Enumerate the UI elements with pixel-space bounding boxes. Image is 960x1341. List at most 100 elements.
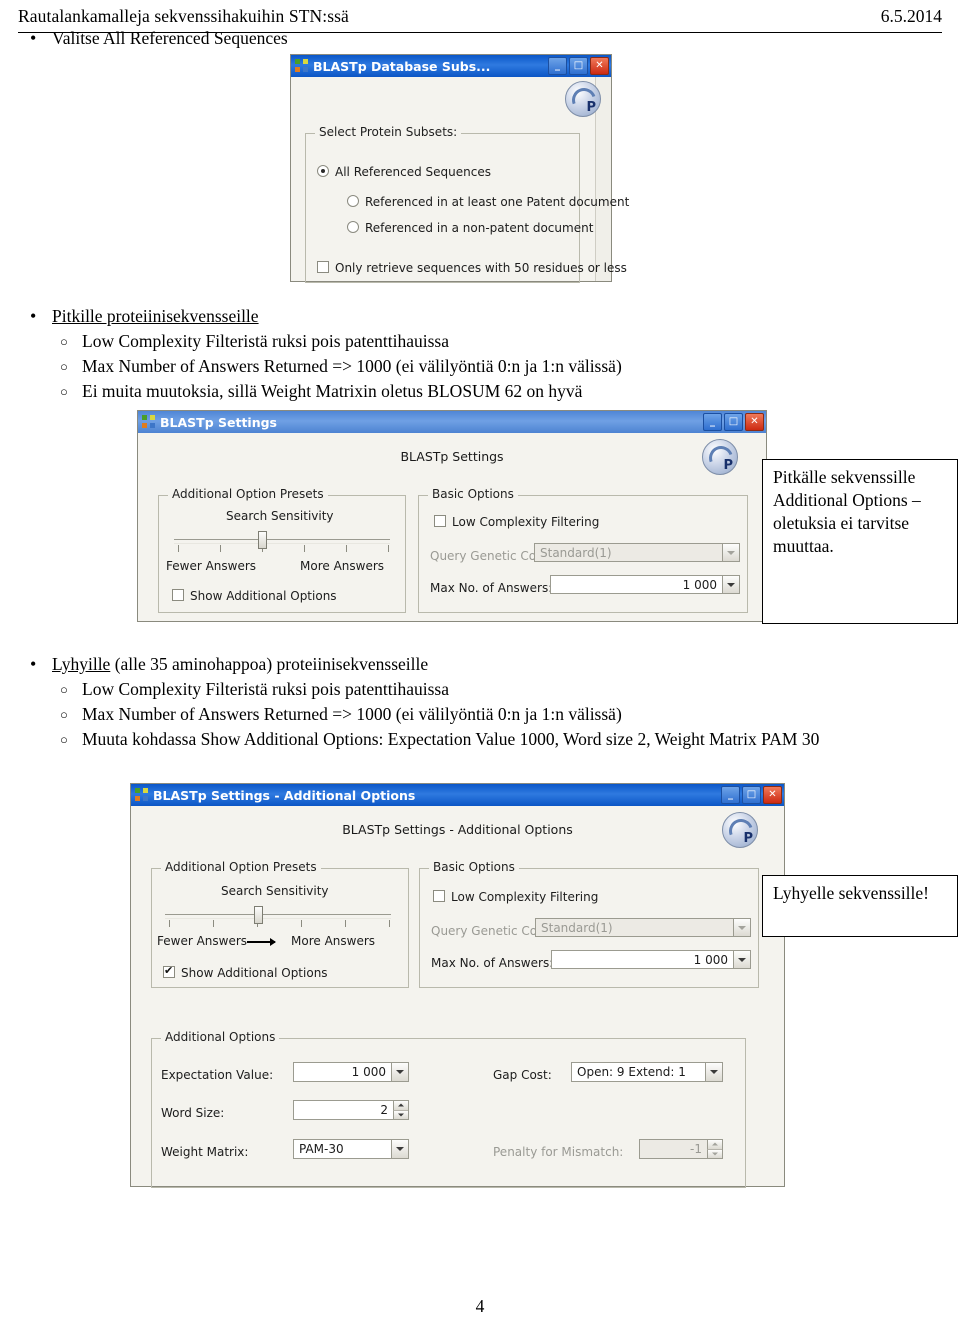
maximize-button[interactable]: □ [569,57,588,75]
additional-options-group: Additional Options [151,1030,746,1188]
close-icon: ✕ [750,416,759,427]
group-label: Additional Option Presets [161,860,321,874]
max-answers-input[interactable]: 1 000 [551,950,751,969]
checkbox-low-complexity-filtering[interactable] [434,515,446,527]
bullet-marker [30,26,52,51]
slider-tick [389,920,390,927]
window-buttons[interactable]: _ □ ✕ [721,786,782,804]
maximize-icon: □ [728,416,739,427]
window-buttons[interactable]: _ □ ✕ [703,413,764,431]
slider-tick [213,920,214,927]
arrow-right-icon [247,938,276,946]
slider-tick [345,920,346,927]
bullet-text: Pitkille proteiinisekvensseille [52,306,259,326]
max-answers-input[interactable]: 1 000 [550,575,740,594]
dialog-titlebar[interactable]: BLASTp Settings - Additional Options _ □… [131,784,784,806]
word-size-stepper[interactable] [393,1101,408,1119]
word-size-label: Word Size: [161,1106,225,1120]
penalty-stepper[interactable] [707,1140,722,1158]
bullet-pitkille-title: Pitkille proteiinisekvensseille [30,304,590,329]
chevron-down-icon[interactable] [733,951,750,968]
checkbox-show-additional-options[interactable] [163,964,175,978]
more-answers-label: More Answers [300,559,385,573]
group-label: Select Protein Subsets: [315,125,462,139]
bullet-lyhyille-item-1: Low Complexity Filteristä ruksi pois pat… [60,677,760,702]
bullet-text-rest: (alle 35 aminohappoa) proteiinisekvensse… [110,654,429,674]
minimize-icon: _ [555,60,560,71]
slider-tick [301,920,302,927]
blastp-database-subsets-dialog[interactable]: BLASTp Database Subs... _ □ ✕ Select Pro… [290,54,629,283]
gap-cost-select[interactable]: Open: 9 Extend: 1 [571,1062,723,1082]
maximize-button[interactable]: □ [724,413,743,431]
weight-matrix-select[interactable]: PAM-30 [293,1139,409,1159]
max-answers-label: Max No. of Answers: [431,956,554,970]
close-button[interactable]: ✕ [590,57,609,75]
bullet-text-link: Lyhyille [52,654,111,674]
blastp-settings-additional-options-dialog[interactable]: BLASTp Settings - Additional Options _ □… [130,783,785,1188]
radio-referenced-non-patent[interactable] [347,221,359,233]
chevron-down-icon[interactable] [733,919,750,936]
close-button[interactable]: ✕ [763,786,782,804]
query-genetic-code-value: Standard(1) [540,545,612,560]
slider-tick [388,545,389,552]
max-answers-value: 1 000 [693,952,728,967]
gap-cost-label: Gap Cost: [493,1068,552,1082]
chevron-down-icon[interactable] [722,544,739,561]
maximize-button[interactable]: □ [742,786,761,804]
checkbox-show-additional-options[interactable] [172,589,184,601]
dialog-titlebar[interactable]: BLASTp Settings _ □ ✕ [138,411,766,433]
bullet-lyhyille-item-3: Muuta kohdassa Show Additional Options: … [60,727,850,752]
bullet-text: Ei muita muutoksia, sillä Weight Matrixi… [82,381,583,401]
slider-thumb[interactable] [258,531,267,549]
minimize-button[interactable]: _ [548,57,567,75]
minimize-icon: _ [728,789,733,800]
checkbox-only-50-residues[interactable] [317,261,329,273]
close-icon: ✕ [595,60,604,71]
dialog-title: BLASTp Database Subs... [313,58,491,74]
callout-text: Pitkälle sekvenssille Additional Options… [773,467,921,556]
slider-tick [178,545,179,552]
panel-heading: BLASTp Settings - Additional Options [342,821,573,837]
search-sensitivity-label: Search Sensitivity [226,509,334,523]
bullet-select-all-referenced: Valitse All Referenced Sequences [30,26,550,51]
dialog-title: BLASTp Settings [160,414,277,430]
bullet-marker [60,379,82,404]
dialog-body: BLASTp Settings - Additional Options Add… [131,806,784,1188]
dialog-titlebar[interactable]: BLASTp Database Subs... _ □ ✕ [291,55,611,77]
app-icon [135,788,149,802]
radio-all-referenced-sequences[interactable] [317,165,329,177]
callout-lyhyelle: Lyhyelle sekvenssille! [762,875,958,937]
search-sensitivity-slider[interactable] [165,914,391,919]
chevron-down-icon[interactable] [722,576,739,593]
panel-heading-bar: BLASTp Settings - Additional Options [131,806,784,852]
close-button[interactable]: ✕ [745,413,764,431]
group-label: Basic Options [429,860,519,874]
blastp-settings-dialog[interactable]: BLASTp Settings _ □ ✕ BLASTp Settings Ad… [137,410,767,622]
minimize-button[interactable]: _ [721,786,740,804]
radio-referenced-patent[interactable] [347,195,359,207]
query-genetic-code-select[interactable]: Standard(1) [534,543,740,562]
expectation-value-input[interactable]: 1 000 [293,1062,409,1082]
query-genetic-code-select[interactable]: Standard(1) [535,918,751,937]
weight-matrix-label: Weight Matrix: [161,1145,249,1159]
checkbox-low-complexity-filtering[interactable] [433,890,445,902]
header-date: 6.5.2014 [880,6,942,26]
penalty-for-mismatch-input[interactable]: -1 [639,1139,723,1159]
product-logo-icon [565,81,601,117]
slider-tick [304,545,305,552]
bullet-marker [60,354,82,379]
search-sensitivity-slider[interactable] [174,539,390,544]
expectation-value: 1 000 [351,1065,386,1079]
word-size-input[interactable]: 2 [293,1100,409,1120]
chevron-down-icon[interactable] [705,1063,722,1081]
chevron-down-icon[interactable] [391,1140,408,1158]
chevron-down-icon[interactable] [391,1063,408,1081]
slider-thumb[interactable] [254,906,263,924]
radio-label-all-referenced-sequences: All Referenced Sequences [335,165,491,179]
bullet-pitkille-item-3: Ei muita muutoksia, sillä Weight Matrixi… [60,379,820,404]
minimize-button[interactable]: _ [703,413,722,431]
page-number: 4 [475,1296,485,1316]
minimize-icon: _ [710,416,715,427]
window-buttons[interactable]: _ □ ✕ [548,57,609,75]
penalty-for-mismatch-label: Penalty for Mismatch: [493,1145,624,1159]
